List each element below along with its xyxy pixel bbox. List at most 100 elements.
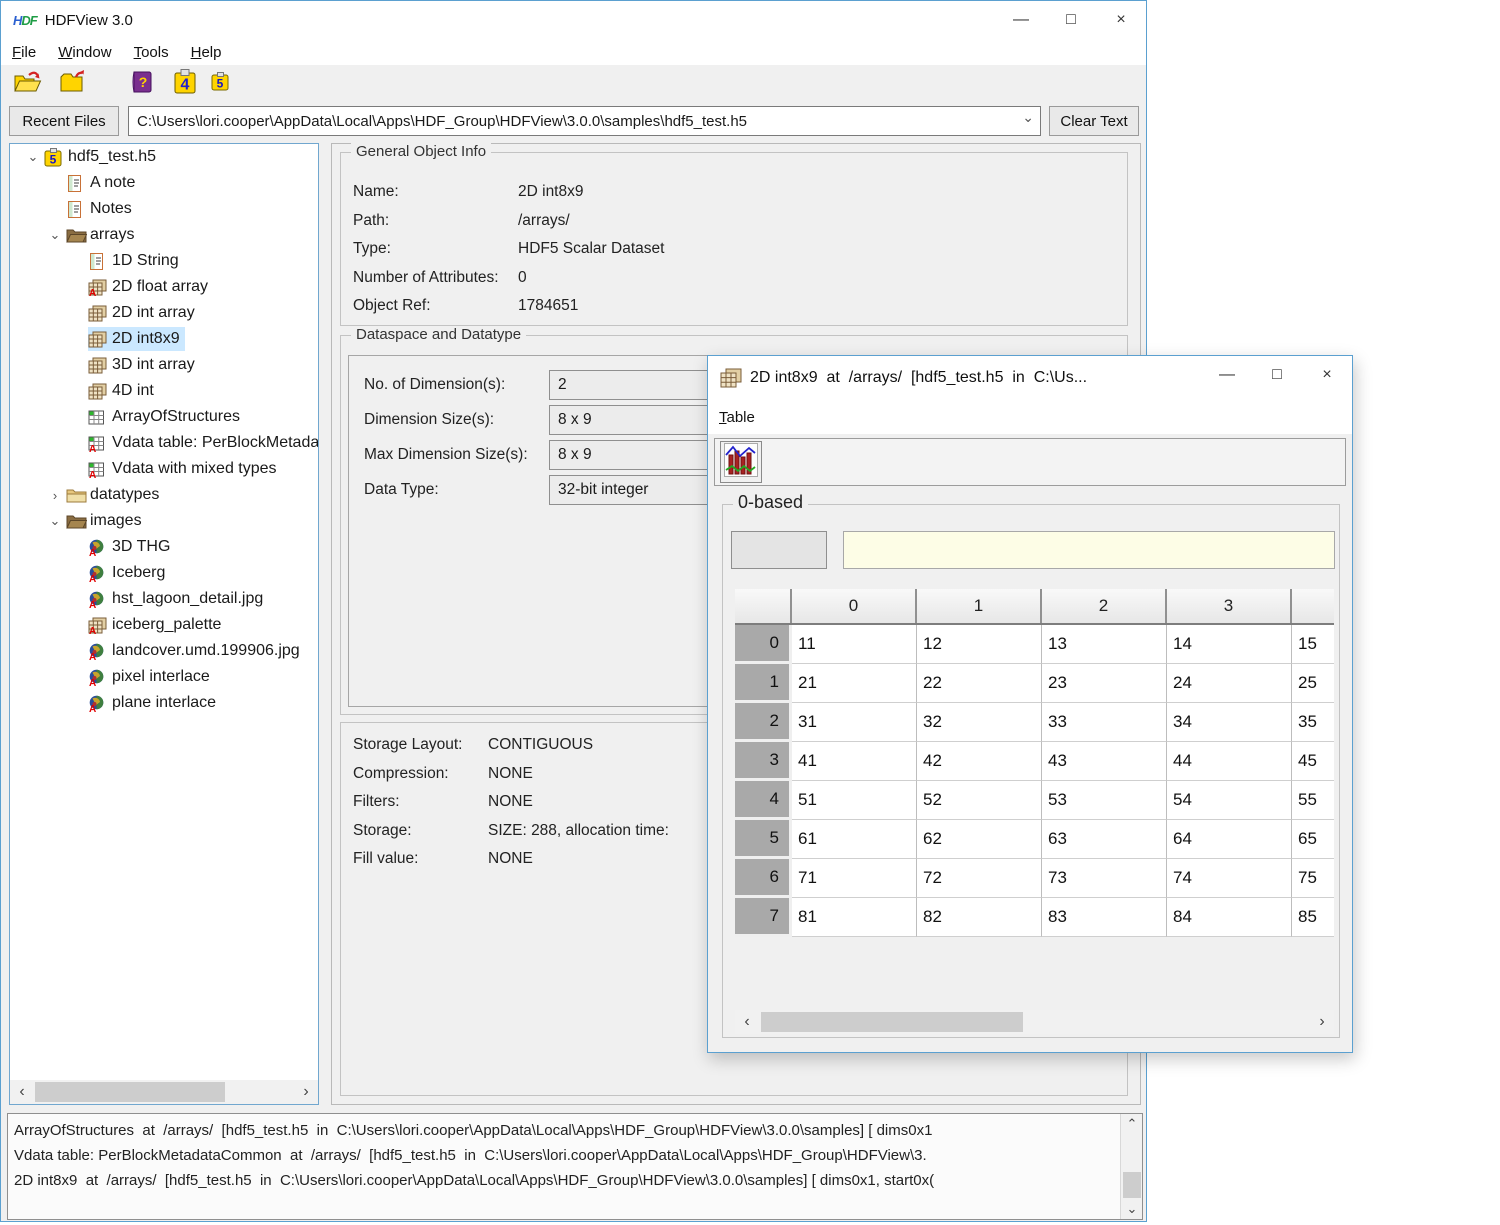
open-file-button[interactable] — [11, 68, 45, 100]
table-cell[interactable]: 84 — [1167, 898, 1292, 937]
tree-item[interactable]: 2D int8x9 — [10, 326, 318, 352]
table-cell[interactable]: 25 — [1292, 664, 1334, 703]
scroll-down-icon[interactable]: ⌄ — [1121, 1199, 1143, 1219]
table-cell[interactable]: 85 — [1292, 898, 1334, 937]
cell-value-field[interactable] — [843, 531, 1335, 569]
table-cell[interactable]: 12 — [917, 625, 1042, 664]
table-cell[interactable]: 33 — [1042, 703, 1167, 742]
column-header[interactable]: 0 — [792, 589, 917, 623]
log-vertical-scrollbar[interactable]: ⌃ ⌄ — [1120, 1114, 1142, 1219]
row-header[interactable]: 6 — [735, 859, 792, 898]
menu-file[interactable]: File — [1, 44, 47, 61]
table-cell[interactable]: 13 — [1042, 625, 1167, 664]
close-button[interactable]: × — [1302, 356, 1352, 394]
scroll-up-icon[interactable]: ⌃ — [1121, 1114, 1143, 1134]
table-cell[interactable]: 61 — [792, 820, 917, 859]
hdf5-file-button[interactable]: 5 — [209, 68, 232, 100]
table-cell[interactable]: 24 — [1167, 664, 1292, 703]
expander-open-icon[interactable]: ⌄ — [22, 149, 44, 165]
row-header[interactable]: 7 — [735, 898, 792, 937]
tree-item[interactable]: Aplane interlace — [10, 690, 318, 716]
tree-item[interactable]: Apixel interlace — [10, 664, 318, 690]
row-header[interactable]: 1 — [735, 664, 792, 703]
tree-item[interactable]: ⌄5hdf5_test.h5 — [10, 144, 318, 170]
row-header[interactable]: 4 — [735, 781, 792, 820]
table-cell[interactable]: 43 — [1042, 742, 1167, 781]
table-cell[interactable]: 75 — [1292, 859, 1334, 898]
menu-help[interactable]: Help — [180, 44, 233, 61]
tree-item[interactable]: AVdata table: PerBlockMetadataCommon — [10, 430, 318, 456]
scroll-right-icon[interactable]: › — [294, 1080, 318, 1104]
table-cell[interactable]: 35 — [1292, 703, 1334, 742]
table-cell[interactable]: 41 — [792, 742, 917, 781]
lineplot-button[interactable] — [720, 441, 762, 483]
maximize-button[interactable]: □ — [1046, 1, 1096, 39]
scroll-left-icon[interactable]: ‹ — [10, 1080, 34, 1104]
table-cell[interactable]: 53 — [1042, 781, 1167, 820]
tree-item[interactable]: AVdata with mixed types — [10, 456, 318, 482]
child-titlebar[interactable]: 2D int8x9 at /arrays/ [hdf5_test.h5 in C… — [708, 356, 1352, 400]
table-cell[interactable]: 11 — [792, 625, 917, 664]
menu-window[interactable]: Window — [47, 44, 122, 61]
table-cell[interactable]: 45 — [1292, 742, 1334, 781]
close-file-button[interactable] — [57, 68, 89, 100]
table-horizontal-scrollbar[interactable]: ‹ › — [735, 1010, 1334, 1034]
expander-open-icon[interactable]: ⌄ — [44, 513, 66, 529]
help-button[interactable]: ? — [127, 68, 159, 100]
tree-item[interactable]: AIceberg — [10, 560, 318, 586]
minimize-button[interactable]: — — [1202, 356, 1252, 394]
tree-item[interactable]: ArrayOfStructures — [10, 404, 318, 430]
minimize-button[interactable]: — — [996, 1, 1046, 39]
tree-horizontal-scrollbar[interactable]: ‹ › — [10, 1080, 318, 1104]
expander-open-icon[interactable]: ⌄ — [44, 227, 66, 243]
status-log[interactable]: ArrayOfStructures at /arrays/ [hdf5_test… — [7, 1113, 1143, 1220]
table-cell[interactable]: 63 — [1042, 820, 1167, 859]
tree-item[interactable]: A3D THG — [10, 534, 318, 560]
table-cell[interactable]: 31 — [792, 703, 917, 742]
recent-files-button[interactable]: Recent Files — [9, 106, 119, 136]
row-header[interactable]: 3 — [735, 742, 792, 781]
column-header[interactable]: 1 — [917, 589, 1042, 623]
table-cell[interactable]: 32 — [917, 703, 1042, 742]
table-cell[interactable]: 71 — [792, 859, 917, 898]
column-header[interactable]: 2 — [1042, 589, 1167, 623]
cell-selection-field[interactable] — [731, 531, 827, 569]
table-cell[interactable]: 23 — [1042, 664, 1167, 703]
scroll-left-icon[interactable]: ‹ — [735, 1010, 759, 1034]
column-header[interactable]: 3 — [1167, 589, 1292, 623]
column-header[interactable]: 4 — [1292, 589, 1334, 623]
table-corner-cell[interactable] — [735, 589, 792, 623]
table-cell[interactable]: 34 — [1167, 703, 1292, 742]
main-titlebar[interactable]: HDF HDFView 3.0 —□× — [1, 1, 1146, 39]
hdf4-file-button[interactable]: 4 — [171, 68, 199, 100]
tree-item[interactable]: ⌄arrays — [10, 222, 318, 248]
table-cell[interactable]: 54 — [1167, 781, 1292, 820]
row-header[interactable]: 2 — [735, 703, 792, 742]
clear-text-button[interactable]: Clear Text — [1049, 106, 1139, 136]
tree-item[interactable]: ›datatypes — [10, 482, 318, 508]
chevron-down-icon[interactable]: ⌄ — [1022, 109, 1034, 126]
tree-item[interactable]: Alandcover.umd.199906.jpg — [10, 638, 318, 664]
table-cell[interactable]: 83 — [1042, 898, 1167, 937]
table-cell[interactable]: 81 — [792, 898, 917, 937]
table-cell[interactable]: 14 — [1167, 625, 1292, 664]
table-cell[interactable]: 42 — [917, 742, 1042, 781]
scrollbar-thumb[interactable] — [761, 1012, 1023, 1032]
table-cell[interactable]: 74 — [1167, 859, 1292, 898]
tree-item[interactable]: Aiceberg_palette — [10, 612, 318, 638]
menu-tools[interactable]: Tools — [123, 44, 180, 61]
close-button[interactable]: × — [1096, 1, 1146, 39]
tree-item[interactable]: A2D float array — [10, 274, 318, 300]
tree-item[interactable]: 1D String — [10, 248, 318, 274]
tree-item[interactable]: 2D int array — [10, 300, 318, 326]
table-cell[interactable]: 62 — [917, 820, 1042, 859]
tree-item[interactable]: 3D int array — [10, 352, 318, 378]
tree-item[interactable]: 4D int — [10, 378, 318, 404]
table-cell[interactable]: 65 — [1292, 820, 1334, 859]
menu-table[interactable]: Table — [708, 409, 766, 426]
table-cell[interactable]: 55 — [1292, 781, 1334, 820]
tree-item[interactable]: A note — [10, 170, 318, 196]
scrollbar-thumb[interactable] — [1123, 1172, 1141, 1198]
table-cell[interactable]: 51 — [792, 781, 917, 820]
table-cell[interactable]: 73 — [1042, 859, 1167, 898]
